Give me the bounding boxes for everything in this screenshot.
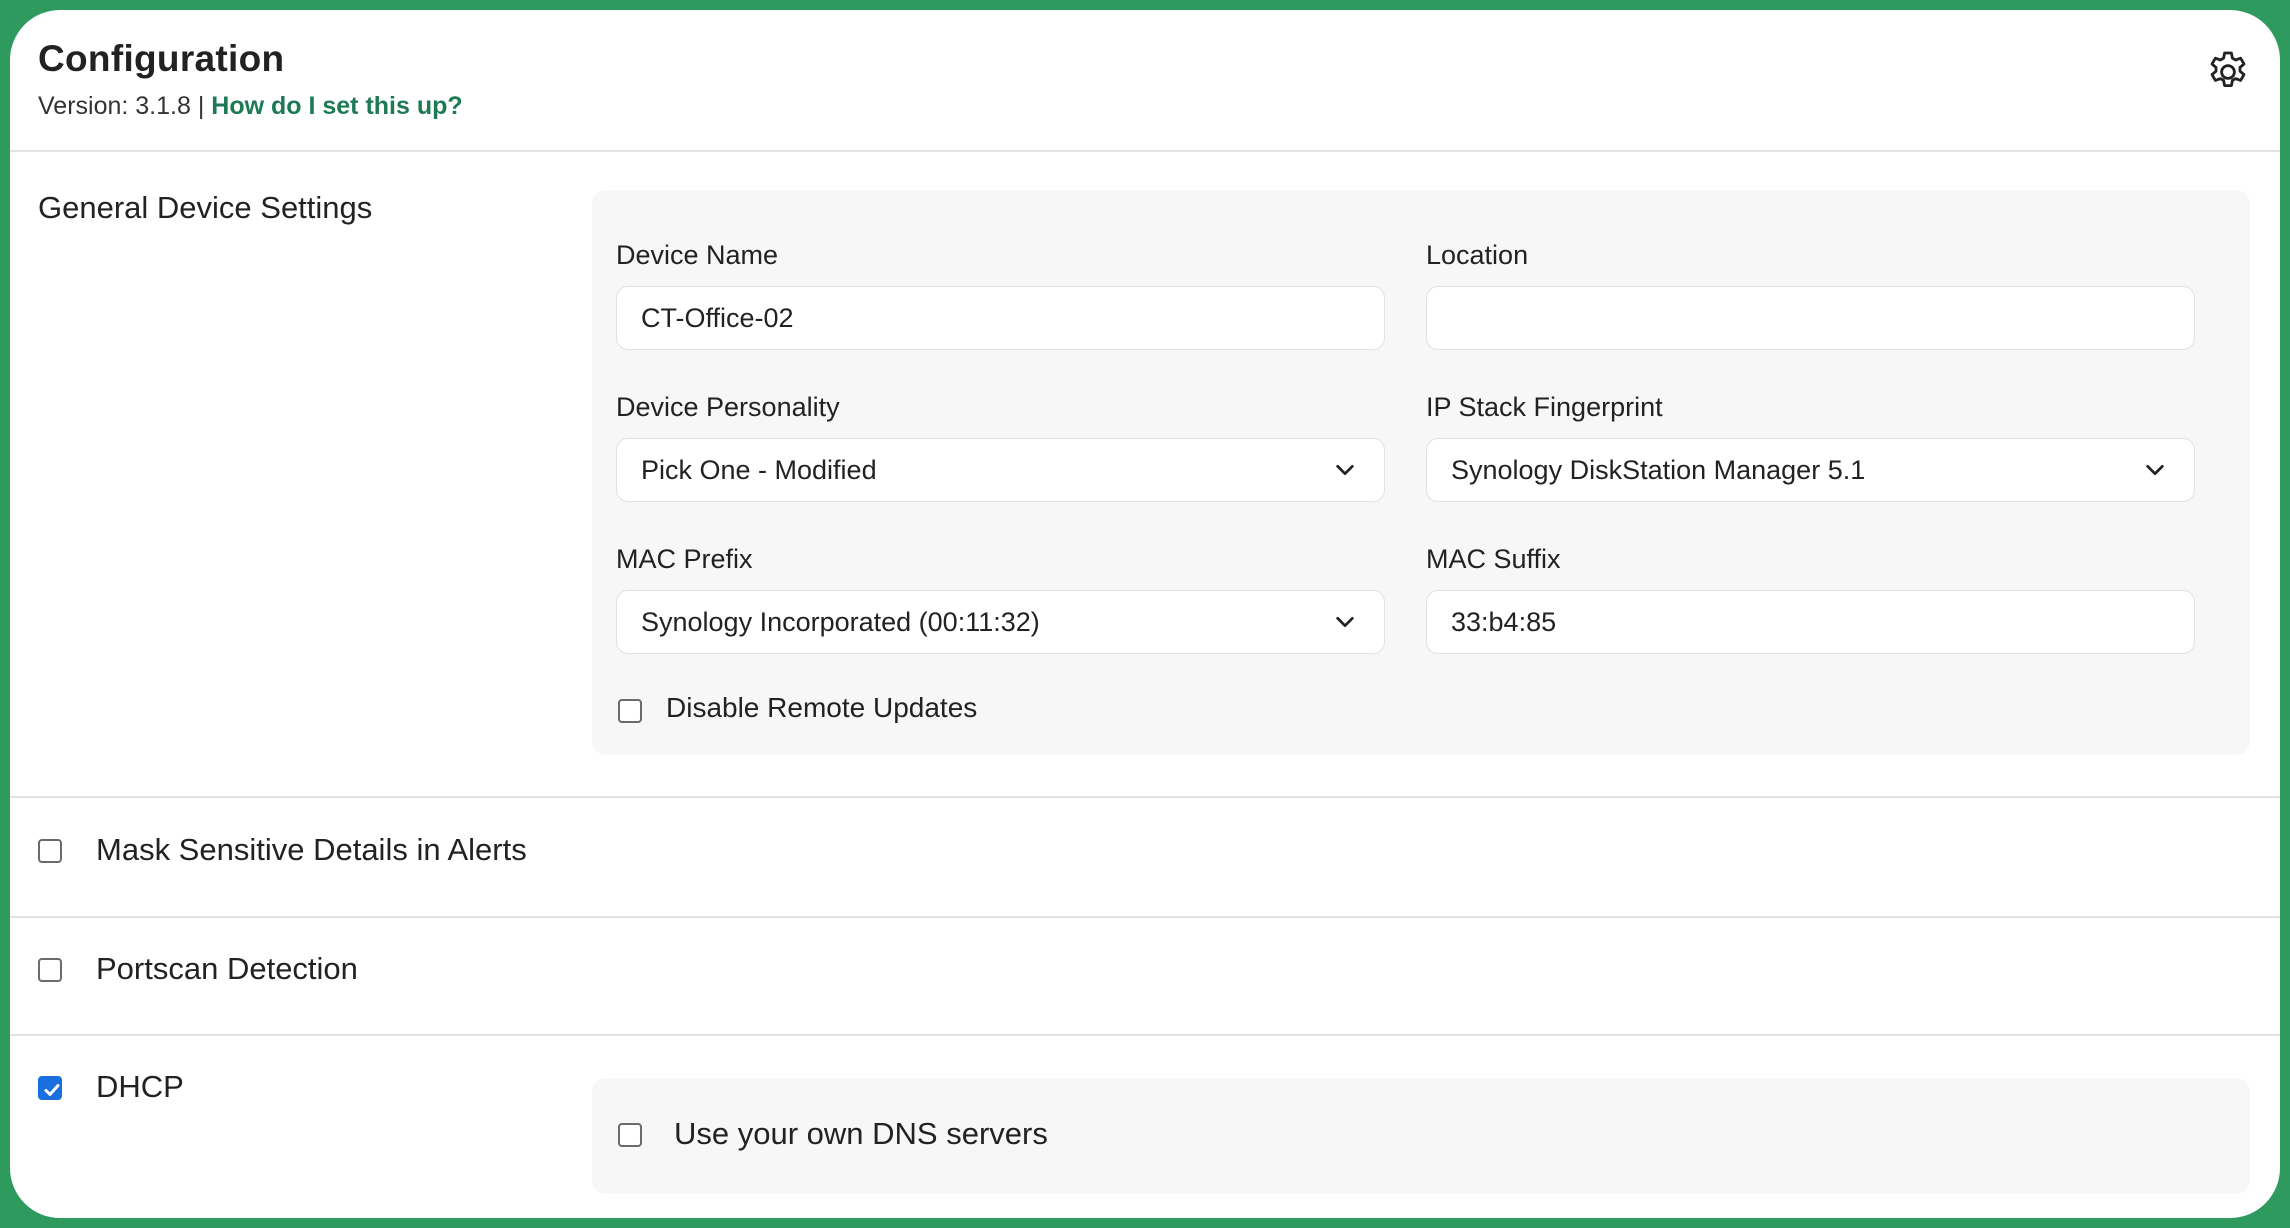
mac-prefix-label: MAC Prefix [616, 544, 753, 574]
mask-sensitive-checkbox[interactable] [38, 839, 62, 863]
location-input[interactable] [1426, 286, 2195, 350]
mask-sensitive-label: Mask Sensitive Details in Alerts [96, 832, 527, 867]
general-settings-panel: Device Name CT-Office-02 Location Device… [592, 190, 2250, 755]
portscan-checkbox[interactable] [38, 958, 62, 982]
help-link[interactable]: How do I set this up? [211, 92, 462, 120]
section-label-general: General Device Settings [38, 190, 373, 225]
checkmark-icon [44, 1084, 60, 1096]
divider [10, 916, 2280, 918]
disable-remote-updates-checkbox[interactable] [618, 699, 642, 723]
device-personality-value: Pick One - Modified [641, 455, 877, 485]
mac-prefix-value: Synology Incorporated (00:11:32) [641, 607, 1040, 637]
own-dns-label: Use your own DNS servers [674, 1116, 1048, 1151]
portscan-label: Portscan Detection [96, 951, 358, 986]
version-line: Version: 3.1.8 | How do I set this up? [38, 92, 463, 121]
dhcp-label: DHCP [96, 1069, 184, 1104]
device-name-input[interactable]: CT-Office-02 [616, 286, 1385, 350]
device-personality-select[interactable]: Pick One - Modified [616, 438, 1385, 502]
ip-stack-fingerprint-select[interactable]: Synology DiskStation Manager 5.1 [1426, 438, 2195, 502]
mac-prefix-select[interactable]: Synology Incorporated (00:11:32) [616, 590, 1385, 654]
chevron-down-icon [2146, 464, 2164, 476]
configuration-card: Configuration Version: 3.1.8 | How do I … [10, 10, 2280, 1218]
location-label: Location [1426, 240, 1529, 270]
window-frame: Configuration Version: 3.1.8 | How do I … [0, 0, 2290, 1228]
ip-stack-fingerprint-label: IP Stack Fingerprint [1426, 392, 1663, 422]
version-text: Version: 3.1.8 | [38, 92, 205, 120]
ip-stack-fingerprint-value: Synology DiskStation Manager 5.1 [1451, 455, 1866, 485]
device-personality-label: Device Personality [616, 392, 840, 422]
device-name-label: Device Name [616, 240, 779, 270]
chevron-down-icon [1336, 464, 1354, 476]
mac-suffix-label: MAC Suffix [1426, 544, 1561, 574]
mac-suffix-input[interactable]: 33:b4:85 [1426, 590, 2195, 654]
header: Configuration Version: 3.1.8 | How do I … [10, 10, 2280, 152]
own-dns-checkbox[interactable] [618, 1123, 642, 1147]
dhcp-checkbox[interactable] [38, 1076, 62, 1100]
dhcp-options-panel: Use your own DNS servers [592, 1078, 2250, 1194]
chevron-down-icon [1336, 616, 1354, 628]
divider [10, 796, 2280, 798]
divider [10, 1034, 2280, 1036]
gear-icon[interactable] [2204, 48, 2252, 96]
page-title: Configuration [38, 38, 285, 79]
disable-remote-updates-label: Disable Remote Updates [666, 692, 978, 723]
